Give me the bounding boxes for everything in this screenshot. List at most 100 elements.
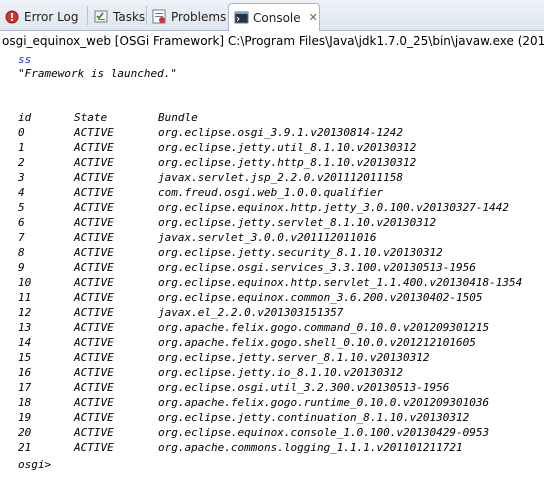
bundle-name: org.eclipse.jetty.io_8.1.10.v20130312 xyxy=(158,366,404,379)
bundle-state: ACTIVE xyxy=(74,381,114,394)
bundle-id: 10 xyxy=(18,276,32,289)
table-row: 5 ACTIVE org.eclipse.equinox.http.jetty_3.… xyxy=(0,200,544,215)
console-process-title: osgi_equinox_web [OSGi Framework] C:\Pro… xyxy=(0,31,544,51)
bundle-id: 8 xyxy=(18,246,25,259)
bundle-id: 0 xyxy=(18,126,25,139)
bundle-id: 5 xyxy=(18,201,25,214)
tab-separator xyxy=(87,6,88,25)
tab-label: Error Log xyxy=(24,9,79,24)
bundle-id: 21 xyxy=(18,441,32,454)
bundle-id: 19 xyxy=(18,411,32,424)
table-row: 8 ACTIVE org.eclipse.jetty.security_8.1.10… xyxy=(0,245,544,260)
bundle-state: ACTIVE xyxy=(74,231,114,244)
table-row: 10 ACTIVE org.eclipse.equinox.http.servlet… xyxy=(0,275,544,290)
bundle-id: 15 xyxy=(18,351,32,364)
bundle-name: org.eclipse.osgi.services_3.3.100.v20130… xyxy=(158,261,476,274)
bundle-state: ACTIVE xyxy=(74,276,114,289)
bundle-id: 17 xyxy=(18,381,32,394)
bundle-state: ACTIVE xyxy=(74,441,114,454)
bundle-state: ACTIVE xyxy=(74,186,114,199)
bundle-id: 20 xyxy=(18,426,32,439)
table-row: 2 ACTIVE org.eclipse.jetty.http_8.1.10.v20… xyxy=(0,155,544,170)
bundle-id: 12 xyxy=(18,306,32,319)
column-header-id: id xyxy=(18,111,32,124)
bundle-name: javax.servlet.jsp_2.2.0.v201112011158 xyxy=(158,171,404,184)
table-row: 16 ACTIVE org.eclipse.jetty.io_8.1.10.v201… xyxy=(0,365,544,380)
table-row: 12 ACTIVE javax.el_2.2.0.v201303151357 xyxy=(0,305,544,320)
table-row: 4 ACTIVE com.freud.osgi.web_1.0.0.qualifie… xyxy=(0,185,544,200)
bundle-name: org.eclipse.jetty.http_8.1.10.v20130312 xyxy=(158,156,417,169)
bundle-state: ACTIVE xyxy=(74,321,114,334)
tab-error-log[interactable]: Error Log xyxy=(4,3,79,30)
bundle-id: 16 xyxy=(18,366,32,379)
table-row: 1 ACTIVE org.eclipse.jetty.util_8.1.10.v20… xyxy=(0,140,544,155)
bundle-state: ACTIVE xyxy=(74,141,114,154)
bundle-id: 14 xyxy=(18,336,32,349)
bundle-name: org.eclipse.equinox.common_3.6.200.v2013… xyxy=(158,291,483,304)
bundle-name: org.eclipse.jetty.security_8.1.10.v20130… xyxy=(158,246,443,259)
bundle-state: ACTIVE xyxy=(74,396,114,409)
table-row: 20 ACTIVE org.eclipse.equinox.console_1.0.… xyxy=(0,425,544,440)
bundle-state: ACTIVE xyxy=(74,306,114,319)
bundle-name: javax.servlet_3.0.0.v201112011016 xyxy=(158,231,377,244)
tab-label: Problems xyxy=(171,9,227,24)
tasks-icon xyxy=(93,9,109,25)
table-row: 3 ACTIVE javax.servlet.jsp_2.2.0.v20111201… xyxy=(0,170,544,185)
bundle-state: ACTIVE xyxy=(74,366,114,379)
bundle-state: ACTIVE xyxy=(74,261,114,274)
console-message: "Framework is launched." xyxy=(18,67,177,80)
bundle-name: org.eclipse.equinox.http.servlet_1.1.400… xyxy=(158,276,523,289)
bundle-state: ACTIVE xyxy=(74,216,114,229)
console-input-command: ss xyxy=(18,53,32,66)
bundle-id: 6 xyxy=(18,216,25,229)
tab-console[interactable]: Console ✕ xyxy=(228,3,320,31)
table-row: 17 ACTIVE org.eclipse.osgi.util_3.2.300.v2… xyxy=(0,380,544,395)
bundle-name: org.eclipse.equinox.console_1.0.100.v201… xyxy=(158,426,490,439)
tab-problems[interactable]: Problems xyxy=(151,3,226,30)
bundle-state: ACTIVE xyxy=(74,171,114,184)
bundle-state: ACTIVE xyxy=(74,291,114,304)
bundle-state: ACTIVE xyxy=(74,246,114,259)
bundle-id: 3 xyxy=(18,171,25,184)
view-tab-bar: Error Log Tasks Problems Console ✕ xyxy=(0,0,544,31)
bundle-state: ACTIVE xyxy=(74,201,114,214)
table-row: 19 ACTIVE org.eclipse.jetty.continuation_8… xyxy=(0,410,544,425)
table-row: 6 ACTIVE org.eclipse.jetty.servlet_8.1.10.… xyxy=(0,215,544,230)
bundle-id: 9 xyxy=(18,261,25,274)
column-header-state: State xyxy=(74,111,108,124)
tab-tasks[interactable]: Tasks xyxy=(93,3,145,30)
bundle-name: org.eclipse.osgi.util_3.2.300.v20130513-… xyxy=(158,381,450,394)
bundle-state: ACTIVE xyxy=(74,336,114,349)
bundle-name: org.eclipse.equinox.http.jetty_3.0.100.v… xyxy=(158,201,509,214)
bundle-state: ACTIVE xyxy=(74,426,114,439)
bundle-id: 2 xyxy=(18,156,25,169)
tab-separator xyxy=(146,6,147,25)
bundle-name: org.eclipse.jetty.servlet_8.1.10.v201303… xyxy=(158,216,437,229)
bundle-id: 13 xyxy=(18,321,32,334)
bundle-name: org.apache.felix.gogo.shell_0.10.0.v2012… xyxy=(158,336,476,349)
table-row: 9 ACTIVE org.eclipse.osgi.services_3.3.100… xyxy=(0,260,544,275)
bundle-id: 7 xyxy=(18,231,25,244)
bundle-name: org.apache.felix.gogo.command_0.10.0.v20… xyxy=(158,321,490,334)
table-row: 0 ACTIVE org.eclipse.osgi_3.9.1.v20130814-… xyxy=(0,125,544,140)
bundle-id: 1 xyxy=(18,141,25,154)
table-row: 15 ACTIVE org.eclipse.jetty.server_8.1.10.… xyxy=(0,350,544,365)
bundle-name: org.eclipse.jetty.util_8.1.10.v20130312 xyxy=(158,141,417,154)
bundle-state: ACTIVE xyxy=(74,411,114,424)
table-row: 13 ACTIVE org.apache.felix.gogo.command_0.… xyxy=(0,320,544,335)
table-row: 21 ACTIVE org.apache.commons.logging_1.1.1… xyxy=(0,440,544,455)
bundle-name: org.eclipse.jetty.server_8.1.10.v2013031… xyxy=(158,351,430,364)
bundle-name: org.apache.commons.logging_1.1.1.v201101… xyxy=(158,441,463,454)
table-row: 11 ACTIVE org.eclipse.equinox.common_3.6.2… xyxy=(0,290,544,305)
bundle-name: org.apache.felix.gogo.runtime_0.10.0.v20… xyxy=(158,396,490,409)
console-prompt: osgi> xyxy=(18,458,52,471)
close-icon[interactable]: ✕ xyxy=(309,11,318,24)
bundle-id: 18 xyxy=(18,396,32,409)
table-header-row: id State Bundle xyxy=(0,110,544,125)
bundle-name: com.freud.osgi.web_1.0.0.qualifier xyxy=(158,186,384,199)
console-output[interactable]: ss "Framework is launched." id State Bun… xyxy=(0,51,544,493)
tab-label: Console xyxy=(253,10,301,25)
bundle-id: 11 xyxy=(18,291,32,304)
bundle-id: 4 xyxy=(18,186,25,199)
problems-icon xyxy=(151,9,167,25)
